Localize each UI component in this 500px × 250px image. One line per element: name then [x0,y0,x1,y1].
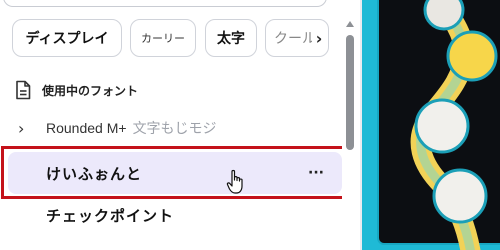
chevron-right-icon[interactable]: › [312,28,326,48]
chip-display[interactable]: ディスプレイ [12,19,122,57]
search-input[interactable] [3,0,327,7]
chip-bold[interactable]: 太字 [205,19,257,57]
font-name: Rounded M+ [46,120,127,136]
chip-cool-label: クール [274,31,316,47]
font-item-checkpoint[interactable]: チェックポイント [46,205,174,226]
chip-bold-label: 太字 [217,31,245,47]
font-item-rounded[interactable]: › Rounded M+ 文字もじモジ [18,116,217,140]
chip-curly[interactable]: カーリー [130,19,196,57]
chip-display-label: ディスプレイ [25,31,109,47]
used-fonts-header: 使用中のフォント [14,80,138,100]
used-fonts-title: 使用中のフォント [42,83,139,98]
chip-curly-label: カーリー [141,32,185,45]
document-icon [16,80,31,100]
scrollbar-thumb[interactable] [346,35,354,150]
canvas-artwork [362,0,500,250]
font-panel: ディスプレイ カーリー 太字 クール › 使用中のフォント › Rounded … [0,0,360,250]
hand-cursor-icon [226,169,243,194]
scroll-up-icon[interactable] [345,20,355,28]
chevron-right-icon[interactable]: › [18,119,40,138]
highlight-annotation [1,146,348,199]
font-sample: 文字もじモジ [132,121,217,137]
